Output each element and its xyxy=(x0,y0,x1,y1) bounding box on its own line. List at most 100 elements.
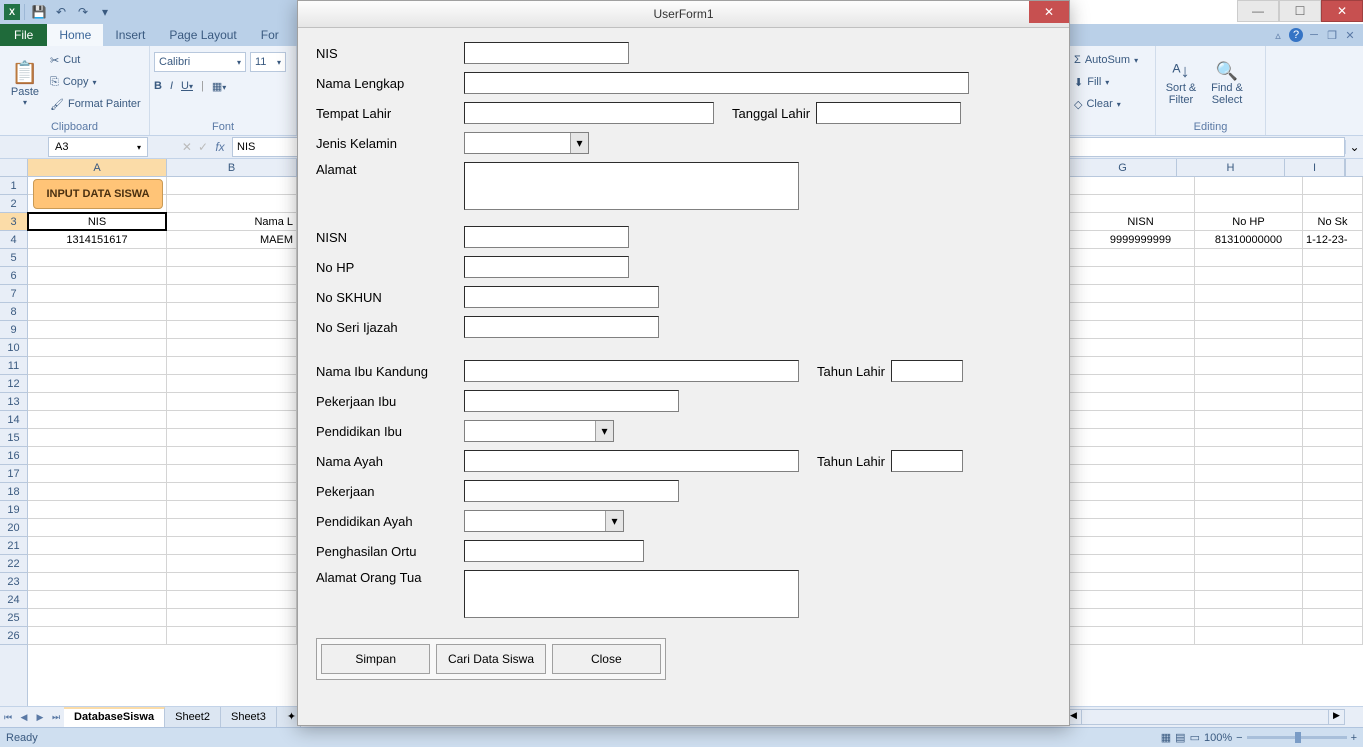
expand-formula-bar-icon[interactable]: ⌄ xyxy=(1345,140,1363,154)
row-header[interactable]: 19 xyxy=(0,501,27,519)
cell-h4[interactable]: 81310000000 xyxy=(1195,231,1303,249)
mdi-close-icon[interactable]: ✕ xyxy=(1343,28,1357,42)
sheet-nav-prev-icon[interactable]: ◀ xyxy=(16,712,32,723)
row-header[interactable]: 11 xyxy=(0,357,27,375)
cell-b4[interactable]: MAEM xyxy=(167,231,297,249)
copy-button[interactable]: ⎘Copy▾ xyxy=(50,72,141,92)
close-form-button[interactable]: Close xyxy=(552,644,661,674)
cell-i4[interactable]: 1-12-23- xyxy=(1303,231,1363,249)
row-header[interactable]: 12 xyxy=(0,375,27,393)
view-pagebreak-icon[interactable]: ▭ xyxy=(1190,731,1200,744)
sheet-nav-next-icon[interactable]: ▶ xyxy=(32,712,48,723)
format-painter-button[interactable]: 🖌Format Painter xyxy=(50,94,141,114)
input-no-skhun[interactable] xyxy=(464,286,659,308)
input-nis[interactable] xyxy=(464,42,629,64)
col-header-g[interactable]: G xyxy=(1069,159,1177,176)
horizontal-scrollbar[interactable]: ◀ ▶ xyxy=(1065,709,1345,725)
row-header[interactable]: 25 xyxy=(0,609,27,627)
row-header[interactable]: 9 xyxy=(0,321,27,339)
input-penghasilan-ortu[interactable] xyxy=(464,540,644,562)
minimize-ribbon-icon[interactable]: ▵ xyxy=(1271,28,1285,42)
italic-button[interactable]: I xyxy=(170,80,173,92)
row-header[interactable]: 1 xyxy=(0,177,27,195)
row-header[interactable]: 8 xyxy=(0,303,27,321)
zoom-slider[interactable] xyxy=(1247,736,1347,739)
row-header[interactable]: 26 xyxy=(0,627,27,645)
qat-redo-icon[interactable]: ↷ xyxy=(73,2,93,22)
row-header[interactable]: 22 xyxy=(0,555,27,573)
input-tahun-lahir-ibu[interactable] xyxy=(891,360,963,382)
row-header[interactable]: 7 xyxy=(0,285,27,303)
simpan-button[interactable]: Simpan xyxy=(321,644,430,674)
cell-g4[interactable]: 9999999999 xyxy=(1087,231,1195,249)
input-nama-ayah[interactable] xyxy=(464,450,799,472)
row-header[interactable]: 18 xyxy=(0,483,27,501)
qat-customize-icon[interactable]: ▾ xyxy=(95,2,115,22)
userform-titlebar[interactable]: UserForm1 ✕ xyxy=(298,1,1069,28)
underline-button[interactable]: U▾ xyxy=(181,80,193,92)
help-icon[interactable]: ? xyxy=(1289,28,1303,42)
cut-button[interactable]: ✂Cut xyxy=(50,50,141,70)
input-nama-lengkap[interactable] xyxy=(464,72,969,94)
row-header[interactable]: 4 xyxy=(0,231,27,249)
tab-file[interactable]: File xyxy=(0,24,47,46)
autosum-button[interactable]: ΣAutoSum▾ xyxy=(1074,50,1151,70)
row-header[interactable]: 5 xyxy=(0,249,27,267)
cari-data-siswa-button[interactable]: Cari Data Siswa xyxy=(436,644,545,674)
cell-b3[interactable]: Nama L xyxy=(167,213,297,231)
row-header[interactable]: 10 xyxy=(0,339,27,357)
cell-g3[interactable]: NISN xyxy=(1087,213,1195,231)
input-tanggal-lahir[interactable] xyxy=(816,102,961,124)
combo-jenis-kelamin[interactable]: ▾ xyxy=(464,132,589,154)
row-header[interactable]: 2 xyxy=(0,195,27,213)
zoom-out-icon[interactable]: − xyxy=(1236,732,1242,744)
userform-close-button[interactable]: ✕ xyxy=(1029,1,1069,23)
combo-pendidikan-ibu[interactable]: ▾ xyxy=(464,420,614,442)
mdi-restore-icon[interactable]: ❐ xyxy=(1325,28,1339,42)
cell-a4[interactable]: 1314151617 xyxy=(28,231,167,249)
input-no-hp[interactable] xyxy=(464,256,629,278)
vscroll-top[interactable] xyxy=(1345,159,1363,176)
zoom-in-icon[interactable]: + xyxy=(1351,732,1357,744)
col-header-a[interactable]: A xyxy=(28,159,167,176)
qat-undo-icon[interactable]: ↶ xyxy=(51,2,71,22)
row-header[interactable]: 6 xyxy=(0,267,27,285)
row-header[interactable]: 24 xyxy=(0,591,27,609)
textarea-alamat-ortu[interactable] xyxy=(464,570,799,618)
font-size-combo[interactable]: 11▾ xyxy=(250,52,286,72)
input-pekerjaan-ayah[interactable] xyxy=(464,480,679,502)
row-header[interactable]: 16 xyxy=(0,447,27,465)
input-pekerjaan-ibu[interactable] xyxy=(464,390,679,412)
qat-save-icon[interactable]: 💾 xyxy=(29,2,49,22)
app-minimize-button[interactable]: — xyxy=(1237,0,1279,22)
name-box[interactable]: A3▾ xyxy=(48,137,148,157)
tab-formulas-partial[interactable]: For xyxy=(249,24,291,46)
app-close-button[interactable]: ✕ xyxy=(1321,0,1363,22)
input-nama-ibu[interactable] xyxy=(464,360,799,382)
fx-button[interactable]: fx xyxy=(208,140,232,154)
col-header-i[interactable]: I xyxy=(1285,159,1345,176)
zoom-level[interactable]: 100% xyxy=(1204,732,1232,744)
font-name-combo[interactable]: Calibri▾ xyxy=(154,52,246,72)
row-header[interactable]: 20 xyxy=(0,519,27,537)
find-select-button[interactable]: 🔍 Find & Select xyxy=(1206,48,1248,119)
combo-pendidikan-ayah[interactable]: ▾ xyxy=(464,510,624,532)
sheet-tab[interactable]: Sheet3 xyxy=(221,707,277,728)
view-normal-icon[interactable]: ▦ xyxy=(1161,731,1171,744)
col-header-b[interactable]: B xyxy=(167,159,297,176)
input-data-siswa-button[interactable]: INPUT DATA SISWA xyxy=(33,179,163,209)
sheet-nav-first-icon[interactable]: ⏮ xyxy=(0,712,16,723)
bold-button[interactable]: B xyxy=(154,80,162,92)
cell-i3[interactable]: No Sk xyxy=(1303,213,1363,231)
sheet-nav-last-icon[interactable]: ⏭ xyxy=(48,712,64,723)
row-header[interactable]: 13 xyxy=(0,393,27,411)
fill-button[interactable]: ⬇Fill▾ xyxy=(1074,72,1151,92)
row-header[interactable]: 15 xyxy=(0,429,27,447)
input-no-seri-ijazah[interactable] xyxy=(464,316,659,338)
paste-button[interactable]: 📋 Paste ▾ xyxy=(4,48,46,119)
clear-button[interactable]: ◇Clear▾ xyxy=(1074,94,1151,114)
tab-insert[interactable]: Insert xyxy=(103,24,157,46)
col-header-h[interactable]: H xyxy=(1177,159,1285,176)
view-layout-icon[interactable]: ▤ xyxy=(1175,731,1185,744)
input-tempat-lahir[interactable] xyxy=(464,102,714,124)
